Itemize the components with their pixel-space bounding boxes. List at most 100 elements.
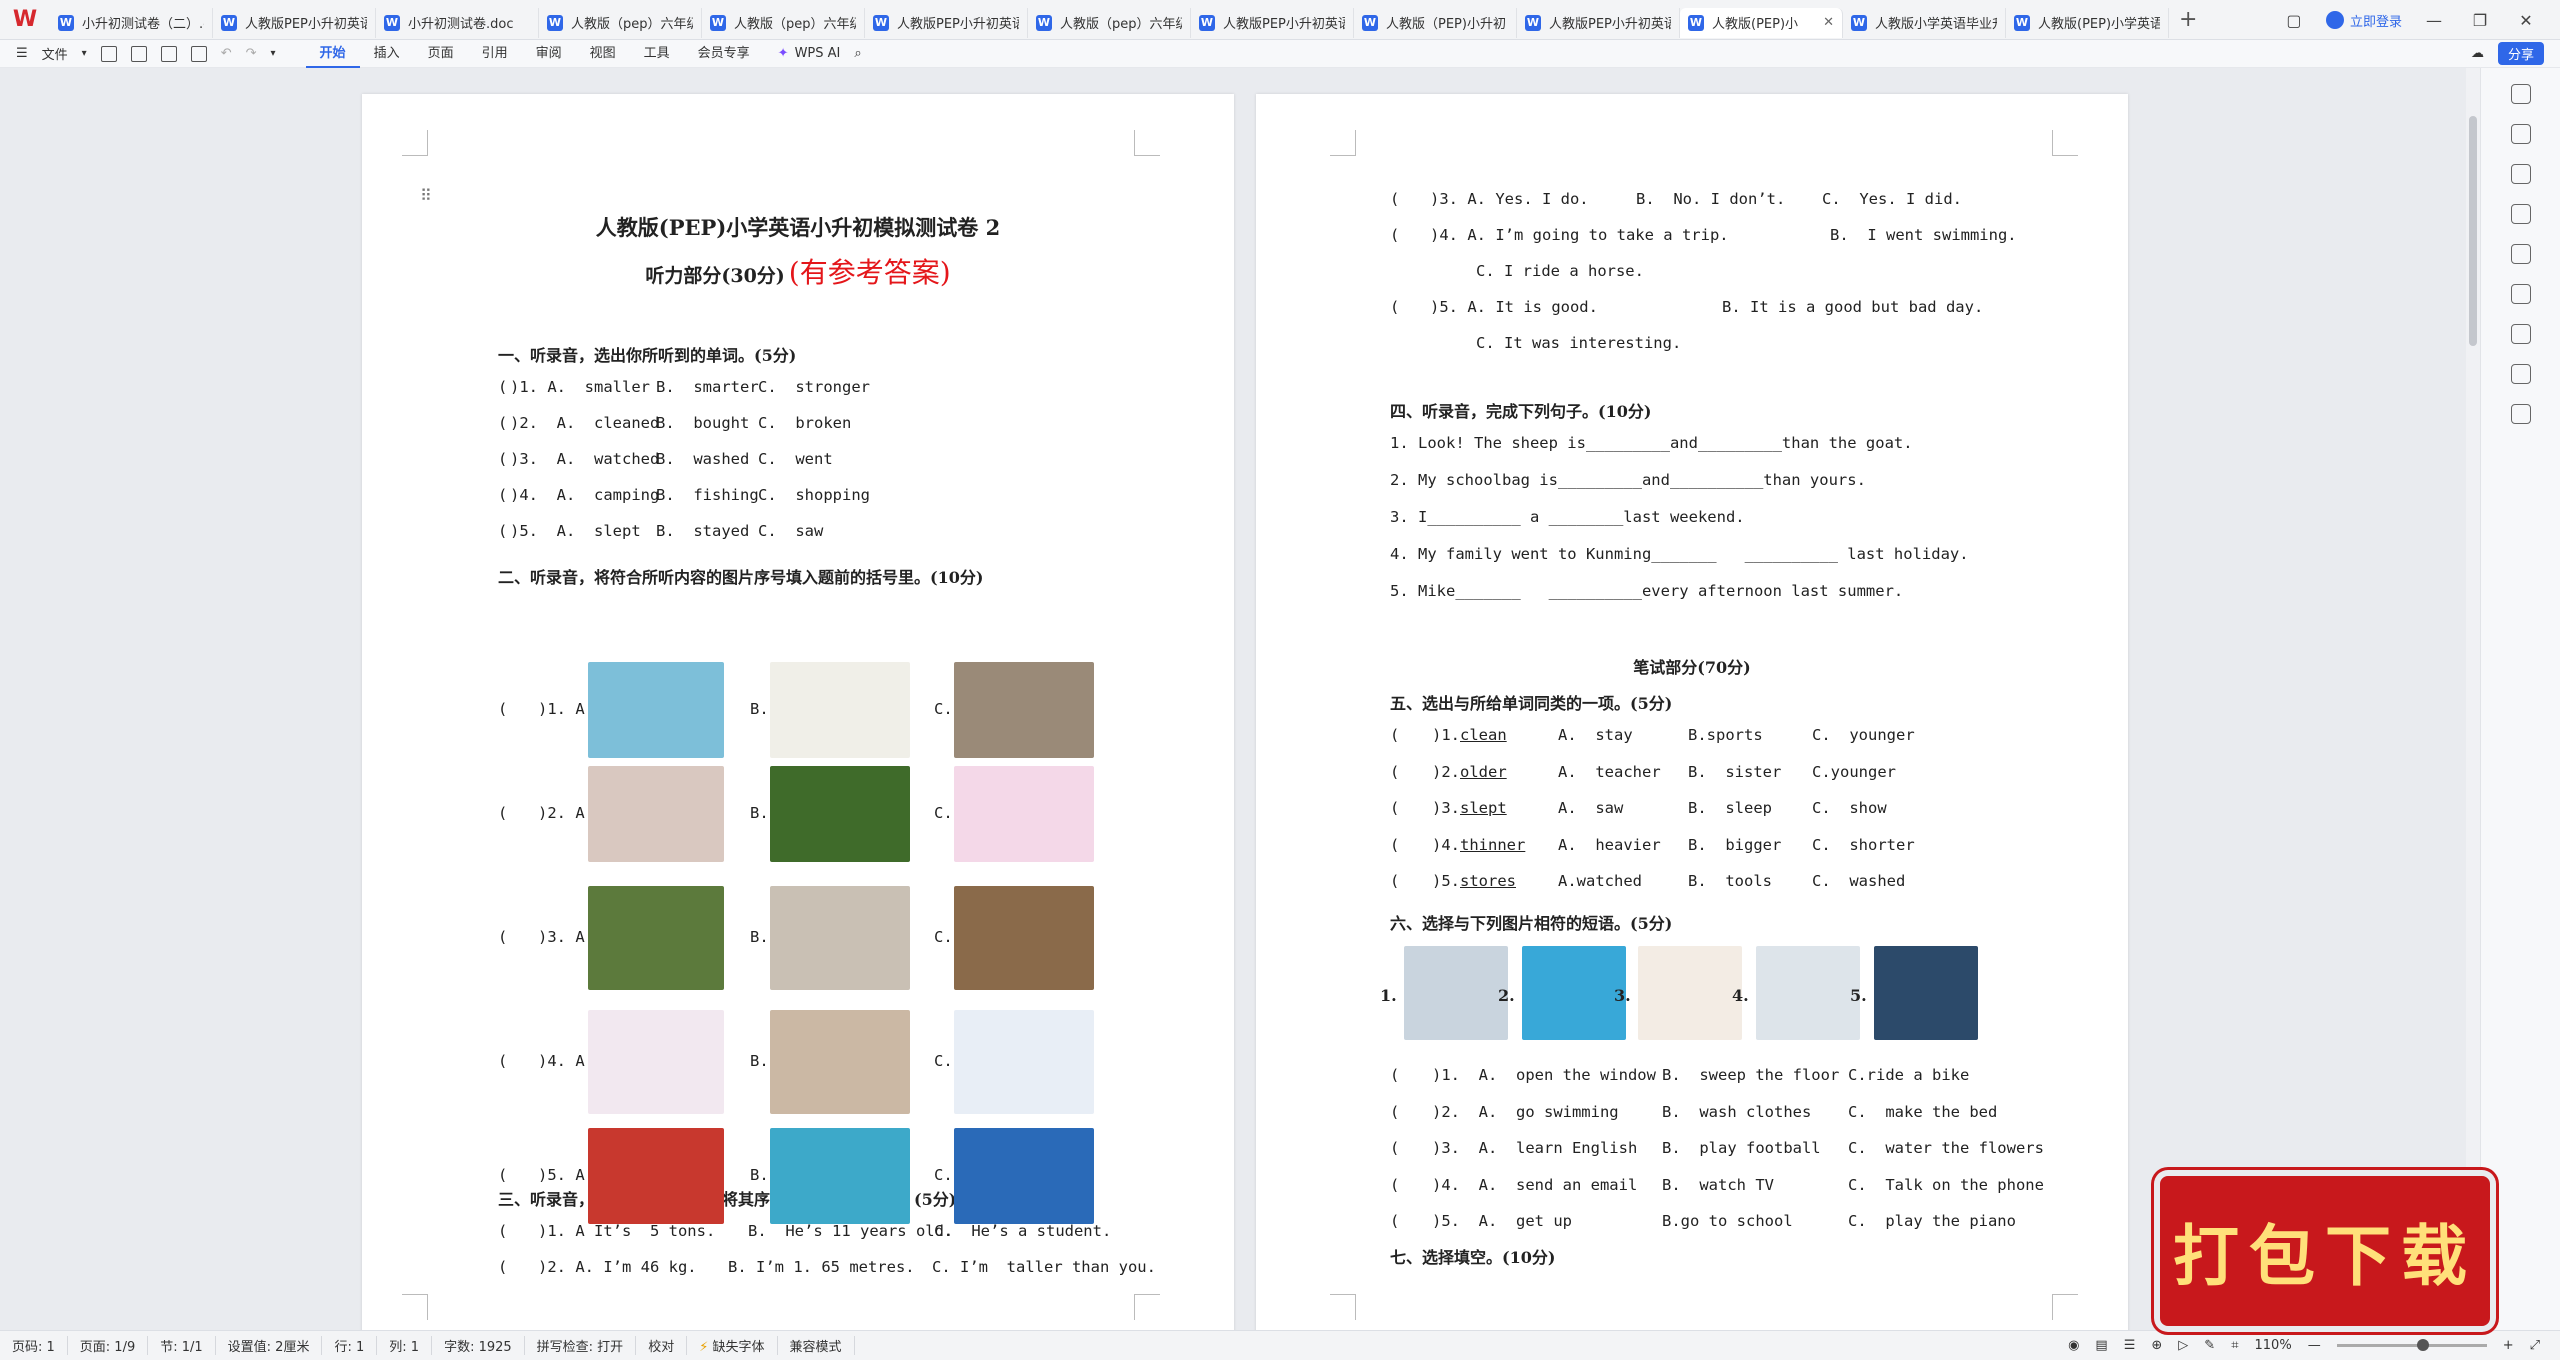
status-pages[interactable]: 页面: 1/9 [68,1336,149,1355]
option-text: B. He’s 11 years old. [748,1222,954,1240]
save-icon[interactable] [100,45,117,62]
wps-ai-button[interactable]: ✦ WPS AI [764,46,855,61]
collapse-icon[interactable] [2510,84,2531,104]
status-proof[interactable]: 校对 [636,1336,688,1355]
doc-tab[interactable]: W 人教版PEP小升初英语 [865,7,1028,38]
doc-tab[interactable]: W 小升初测试卷（二）.d [50,7,213,38]
page-2: 四、听录音，完成下列句子。(10分) 笔试部分(70分) 五、选出与所给单词同类… [1256,94,2128,1330]
more-options-icon[interactable] [2510,404,2531,424]
print-preview-icon[interactable] [190,45,207,62]
read-mode-icon[interactable]: ▷ [2178,1338,2188,1353]
question-row: ()4. A. camping B. fishing C. shopping [362,486,1234,508]
menu-icon[interactable]: ☰ [16,46,28,61]
print-icon[interactable] [160,45,177,62]
ribbon-tab[interactable]: 视图 [576,40,630,68]
doc-tab[interactable]: W 人教版PEP小升初英语 [213,7,376,38]
option-text: C. water the flowers [1848,1139,2044,1157]
written-part-heading: 笔试部分(70分) [1633,658,1751,677]
format-icon[interactable] [2510,204,2531,224]
margin-mark [402,130,428,156]
document-workspace: ⠿ 人教版(PEP)小学英语小升初模拟测试卷 2 听力部分(30分) (有参考答案… [0,68,2480,1330]
ribbon-tab[interactable]: 页面 [414,40,468,68]
login-button[interactable]: 立即登录 [2325,11,2402,30]
status-spell-check[interactable]: 拼写检查: 打开 [525,1336,637,1355]
redo-icon[interactable]: ↷ [246,46,257,61]
doc-tab[interactable]: W 人教版PEP小升初英语 [1517,7,1680,38]
zoom-out-icon[interactable]: — [2308,1338,2321,1353]
status-word-count[interactable]: 字数: 1925 [432,1336,525,1355]
ribbon-tab[interactable]: 工具 [630,40,684,68]
export-pdf-icon[interactable] [130,45,147,62]
minimize-icon[interactable]: — [2420,11,2448,30]
picture-option-c [954,662,1094,758]
word-doc-icon: W [1199,14,1215,31]
web-view-icon[interactable]: ⊕ [2151,1338,2162,1353]
zoom-slider-knob[interactable] [2416,1339,2429,1351]
option-text: B.sports [1688,726,1763,744]
scrollbar-thumb[interactable] [2469,116,2477,346]
doc-tab[interactable]: W 人教版（pep）六年级 [539,7,702,38]
tools-icon[interactable] [2510,284,2531,304]
select-icon[interactable] [2510,164,2531,184]
file-menu[interactable]: 文件 [42,44,68,63]
more-icon[interactable]: ▾ [271,48,276,59]
zoom-slider[interactable] [2336,1339,2487,1351]
outline-view-icon[interactable]: ☰ [2124,1338,2136,1353]
question-row: ()5. A. slept B. stayed C. saw [362,522,1234,544]
doc-tab-label: 人教版PEP小升初英语 [1549,17,1671,32]
question-number: )3. A. [538,928,594,946]
tabbar-right: ▢ 立即登录 — ❐ ✕ [2280,0,2560,40]
tab-list-icon[interactable]: ▢ [2280,11,2308,30]
window-tab-bar: W W 小升初测试卷（二）.d W 人教版PEP小升初英语 W 小升初测试卷.doc W 人教… [0,0,2560,40]
undo-icon[interactable]: ↶ [221,46,232,61]
doc-tab[interactable]: W 人教版PEP小升初英语 [1191,7,1354,38]
chevron-down-icon[interactable]: ▾ [82,48,87,59]
option-label: C. [934,928,953,946]
zoom-level[interactable]: 110% [2255,1338,2292,1353]
help-icon[interactable] [2510,324,2531,344]
wps-logo-icon[interactable]: W [0,0,50,40]
drag-handle-icon[interactable]: ⠿ [420,186,432,205]
image-icon[interactable] [2510,244,2531,264]
word-doc-icon: W [58,14,74,31]
search-icon[interactable]: ⌕ [854,46,861,61]
picture-option-a [588,662,724,758]
option-label: B. [750,1166,769,1184]
share-panel-icon[interactable] [2510,364,2531,384]
doc-tab[interactable]: W 人教版（PEP)小升初 [1354,7,1517,38]
doc-tab[interactable]: W 人教版(PEP)小学英语 [2006,7,2169,38]
ribbon-tab[interactable]: 会员专享 [684,40,764,68]
fit-icon[interactable]: ⌗ [2231,1338,2238,1353]
doc-tab[interactable]: W 小升初测试卷.doc [376,7,539,38]
close-window-icon[interactable]: ✕ [2512,11,2540,30]
share-button[interactable]: 分享 [2497,42,2544,65]
cloud-sync-icon[interactable]: ☁ [2471,46,2484,61]
maximize-icon[interactable]: ❐ [2466,11,2494,30]
answer-bracket: ( [1390,1066,1400,1084]
doc-tab[interactable]: W 人教版(PEP)小 ✕ [1680,7,1843,38]
picture-option-b [770,1128,910,1224]
status-font-missing[interactable]: ⚡ 缺失字体 [687,1336,778,1355]
page-view-icon[interactable]: ▤ [2095,1338,2107,1353]
doc-tab[interactable]: W 人教版（pep）六年级 [1028,7,1191,38]
fullscreen-icon[interactable]: ⤢ [2530,1338,2540,1353]
status-section: 节: 1/1 [148,1336,216,1355]
picture-option-a [588,886,724,990]
zoom-in-icon[interactable]: + [2503,1338,2514,1353]
option-label: C. [934,1052,953,1070]
option-text: )2. A. I’m 46 kg. [538,1258,697,1276]
ribbon-tab[interactable]: 插入 [360,40,414,68]
close-tab-icon[interactable]: ✕ [1819,15,1834,30]
section-7-heading: 七、选择填空。(10分) [1390,1248,1556,1267]
write-mode-icon[interactable]: ✎ [2204,1338,2215,1353]
ribbon-tab[interactable]: 开始 [305,40,360,68]
eye-protect-icon[interactable]: ◉ [2068,1338,2079,1353]
ribbon-tab[interactable]: 审阅 [522,40,576,68]
ribbon-tab[interactable]: 引用 [468,40,522,68]
vertical-scrollbar[interactable] [2466,68,2480,1330]
doc-tab[interactable]: W 人教版小学英语毕业升学 [1843,7,2006,38]
pen-icon[interactable] [2510,124,2531,144]
doc-tab[interactable]: W 人教版（pep）六年级 [702,7,865,38]
new-tab-button[interactable]: + [2169,7,2207,32]
status-page[interactable]: 页码: 1 [0,1336,68,1355]
